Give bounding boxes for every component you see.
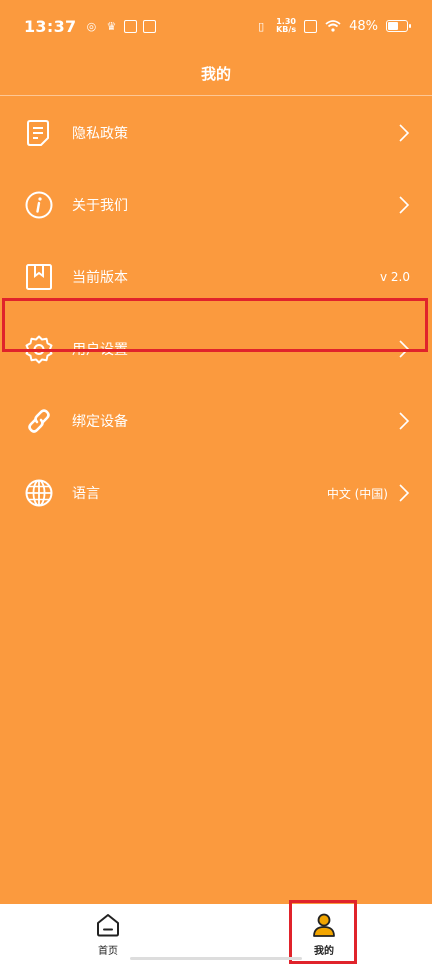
bookmark-icon	[24, 262, 54, 292]
menu-item-about-us[interactable]: 关于我们	[0, 169, 432, 241]
wifi-icon	[325, 20, 341, 32]
home-indicator	[130, 957, 302, 960]
menu-item-label: 当前版本	[72, 270, 128, 286]
vibrate-icon: ▯	[258, 19, 265, 33]
crown-icon: ♛	[106, 19, 117, 33]
menu-item-label: 关于我们	[72, 198, 128, 214]
home-icon	[97, 913, 119, 936]
menu-item-label: 语言	[72, 486, 100, 502]
battery-icon	[386, 20, 411, 32]
chevron-right-icon	[399, 196, 410, 214]
clock: 13:37	[24, 16, 77, 36]
chevron-right-icon	[399, 124, 410, 142]
network-speed: 1.30 KB/s	[276, 17, 297, 34]
menu-item-privacy-policy[interactable]: 隐私政策	[0, 97, 432, 169]
tab-label: 首页	[98, 945, 118, 957]
highlight-box	[289, 900, 357, 964]
app-badge-icon	[124, 19, 138, 33]
chevron-right-icon	[399, 484, 410, 502]
notification-icons: ◎ ♛	[84, 19, 157, 33]
page-header: 我的	[0, 52, 432, 96]
app-notification-icon: ◎	[86, 19, 97, 33]
menu-item-bind-device[interactable]: 绑定设备	[0, 385, 432, 457]
tab-home[interactable]: 首页	[0, 904, 216, 964]
battery-percent: 48%	[349, 18, 378, 34]
battery-fill	[388, 22, 398, 30]
highlight-box	[2, 298, 428, 352]
globe-icon	[24, 478, 54, 508]
info-icon	[24, 190, 54, 220]
menu-item-label: 隐私政策	[72, 126, 128, 142]
chevron-right-icon	[399, 412, 410, 430]
document-icon	[24, 118, 54, 148]
bottom-nav: 首页 我的	[0, 904, 432, 964]
status-right: ▯ 1.30 KB/s 48%	[254, 17, 411, 34]
menu-item-language[interactable]: 语言 中文 (中国)	[0, 457, 432, 529]
menu-item-label: 绑定设备	[72, 414, 128, 430]
version-value: v 2.0	[380, 270, 410, 284]
calendar-icon	[143, 19, 157, 33]
status-bar: 13:37 ◎ ♛ ▯ 1.30 KB/s 48%	[0, 0, 432, 52]
language-value: 中文 (中国)	[326, 486, 388, 501]
link-icon	[24, 406, 54, 436]
page-title: 我的	[200, 65, 231, 83]
sim-off-icon	[304, 19, 318, 33]
